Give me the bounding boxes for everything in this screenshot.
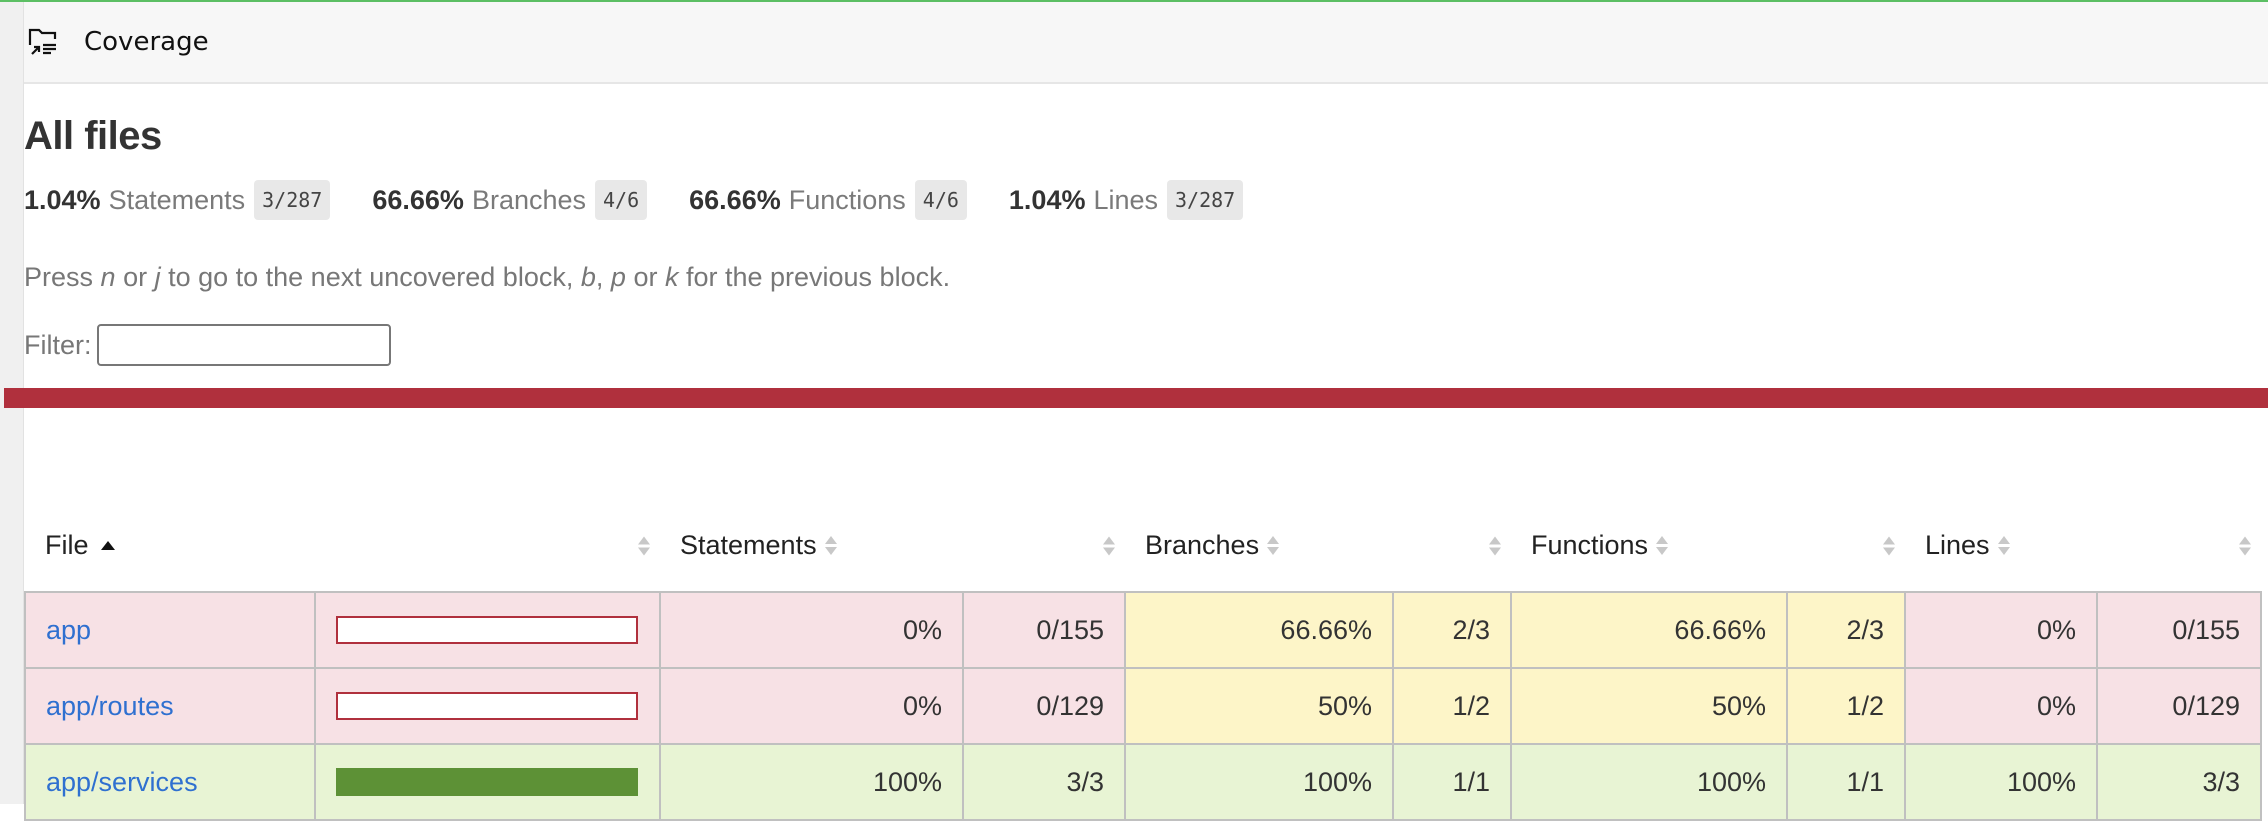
sort-icon[interactable] <box>2239 536 2251 555</box>
functions-fraction-cell: 1/2 <box>1786 667 1906 745</box>
column-header-lines[interactable]: Lines <box>1905 500 2261 592</box>
column-header-label: File <box>45 530 89 560</box>
coverage-bar <box>336 616 638 644</box>
summary-pct: 1.04% <box>1008 184 1086 215</box>
panel-title: Coverage <box>84 27 209 57</box>
sort-icon[interactable] <box>1656 536 1669 555</box>
statements-fraction-cell: 0/155 <box>962 591 1126 669</box>
statements-pct-cell: 0% <box>659 667 964 745</box>
filter-label: Filter: <box>24 329 92 360</box>
coverage-status-bar <box>4 388 2268 408</box>
functions-fraction-cell: 1/1 <box>1786 743 1906 821</box>
coverage-table: File Statements Branches Functions Lines… <box>24 500 2262 821</box>
lines-pct-cell: 0% <box>1904 667 2098 745</box>
lines-fraction-cell: 0/129 <box>2096 667 2262 745</box>
file-cell: app/services <box>24 743 316 821</box>
sort-icon[interactable] <box>1489 536 1501 555</box>
column-header-file[interactable]: File <box>25 500 660 592</box>
sort-ascending-icon <box>100 541 115 550</box>
sort-icon[interactable] <box>1267 536 1280 555</box>
summary-label: Statements <box>108 184 246 215</box>
coverage-table-wrap: File Statements Branches Functions Lines… <box>24 500 2262 821</box>
panel-header: Coverage <box>24 2 2268 84</box>
lines-fraction-cell: 0/155 <box>2096 591 2262 669</box>
table-row: app/routes 0% 0/129 50% 1/2 50% 1/2 0% 0/129 <box>24 667 2262 745</box>
summary-statements: 1.04% Statements 3/287 <box>24 180 331 220</box>
table-row: app 0% 0/155 66.66% 2/3 66.66% 2/3 0% 0/155 <box>24 591 2262 669</box>
summary-branches: 66.66% Branches 4/6 <box>372 180 648 220</box>
functions-pct-cell: 66.66% <box>1510 591 1788 669</box>
column-header-label: Lines <box>1925 530 1990 560</box>
hint-text: to go to the next uncovered block, <box>160 262 581 292</box>
column-header-branches[interactable]: Branches <box>1125 500 1511 592</box>
summary-functions: 66.66% Functions 4/6 <box>689 180 967 220</box>
branches-fraction-cell: 1/2 <box>1392 667 1512 745</box>
hint-text: , <box>595 262 611 292</box>
summary-label: Functions <box>788 184 906 215</box>
statements-pct-cell: 100% <box>659 743 964 821</box>
branches-pct-cell: 50% <box>1124 667 1394 745</box>
summary-fraction: 4/6 <box>595 180 648 220</box>
branches-pct-cell: 66.66% <box>1124 591 1394 669</box>
branches-fraction-cell: 2/3 <box>1392 591 1512 669</box>
table-row: app/services 100% 3/3 100% 1/1 100% 1/1 100% 3/3 <box>24 743 2262 821</box>
lines-pct-cell: 100% <box>1904 743 2098 821</box>
summary-lines: 1.04% Lines 3/287 <box>1008 180 1244 220</box>
hint-key: b <box>580 262 596 292</box>
coverage-bar-cell <box>314 591 661 669</box>
keyboard-hint: Press n or j to go to the next uncovered… <box>24 262 950 293</box>
filter-input[interactable] <box>96 324 391 366</box>
hint-text: for the previous block. <box>678 262 951 292</box>
functions-pct-cell: 100% <box>1510 743 1788 821</box>
hint-key: p <box>610 262 626 292</box>
statements-fraction-cell: 3/3 <box>962 743 1126 821</box>
column-header-statements[interactable]: Statements <box>660 500 1125 592</box>
lines-pct-cell: 0% <box>1904 591 2098 669</box>
file-link[interactable]: app/routes <box>46 691 174 721</box>
functions-pct-cell: 50% <box>1510 667 1788 745</box>
coverage-bar <box>336 692 638 720</box>
filter-row: Filter: <box>24 324 391 366</box>
sort-icon[interactable] <box>1883 536 1895 555</box>
statements-pct-cell: 0% <box>659 591 964 669</box>
functions-fraction-cell: 2/3 <box>1786 591 1906 669</box>
coverage-bar <box>336 768 638 796</box>
hint-text: Press <box>24 262 101 292</box>
column-header-label: Statements <box>680 530 817 560</box>
coverage-summary: 1.04% Statements 3/287 66.66% Branches 4… <box>24 180 1285 220</box>
file-link[interactable]: app/services <box>46 767 198 797</box>
hint-key: k <box>664 262 679 292</box>
hint-text: or <box>115 262 155 292</box>
summary-label: Branches <box>471 184 587 215</box>
summary-pct: 66.66% <box>372 184 464 215</box>
hint-text: or <box>625 262 665 292</box>
column-header-label: Functions <box>1531 530 1649 560</box>
lines-fraction-cell: 3/3 <box>2096 743 2262 821</box>
branches-fraction-cell: 1/1 <box>1392 743 1512 821</box>
coverage-bar-cell <box>314 667 661 745</box>
column-header-label: Branches <box>1145 530 1260 560</box>
sort-icon[interactable] <box>638 536 650 555</box>
file-cell: app <box>24 591 316 669</box>
column-header-functions[interactable]: Functions <box>1511 500 1905 592</box>
coverage-bar-cell <box>314 743 661 821</box>
file-link[interactable]: app <box>46 615 91 645</box>
coverage-bar-fill <box>338 770 636 794</box>
statements-fraction-cell: 0/129 <box>962 667 1126 745</box>
hint-key: n <box>100 262 116 292</box>
summary-fraction: 4/6 <box>914 180 967 220</box>
branches-pct-cell: 100% <box>1124 743 1394 821</box>
page-title: All files <box>24 114 162 158</box>
file-cell: app/routes <box>24 667 316 745</box>
sort-icon[interactable] <box>824 536 837 555</box>
sort-icon[interactable] <box>1997 536 2010 555</box>
coverage-folder-icon <box>28 27 62 57</box>
summary-fraction: 3/287 <box>254 180 331 220</box>
table-body: app 0% 0/155 66.66% 2/3 66.66% 2/3 0% 0/155 app/r… <box>24 591 2262 821</box>
summary-fraction: 3/287 <box>1167 180 1244 220</box>
summary-pct: 1.04% <box>24 184 101 215</box>
sort-icon[interactable] <box>1103 536 1115 555</box>
summary-label: Lines <box>1093 184 1159 215</box>
summary-pct: 66.66% <box>689 184 781 215</box>
